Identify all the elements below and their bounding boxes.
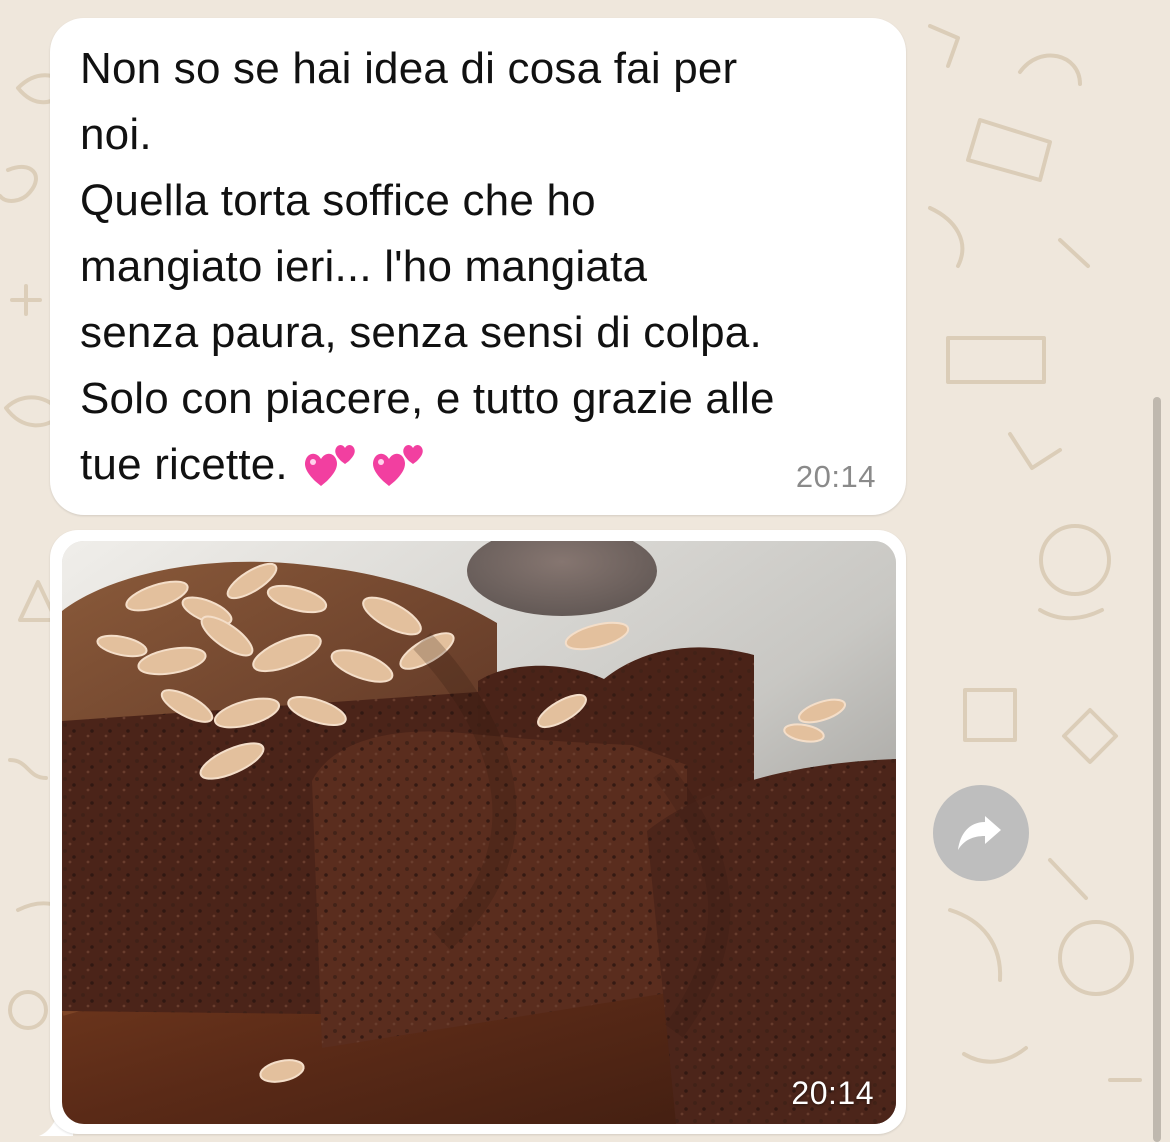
message-time: 20:14 — [795, 459, 876, 494]
incoming-image-message[interactable]: 20:14 — [50, 530, 906, 1134]
two-hearts-icon — [304, 445, 355, 486]
forward-button[interactable] — [933, 785, 1029, 881]
photo-illustration — [62, 541, 896, 1124]
incoming-text-message[interactable]: Non so se hai idea di cosa fai per noi. … — [50, 18, 906, 515]
two-hearts-icon — [372, 445, 423, 486]
message-text: Non so se hai idea di cosa fai per noi. … — [80, 36, 890, 498]
forward-arrow-icon — [958, 816, 1001, 850]
chocolate-cake-photo[interactable]: 20:14 — [62, 541, 896, 1124]
chat-scrollbar[interactable] — [1153, 397, 1161, 1142]
message-text-content: Non so se hai idea di cosa fai per noi. … — [80, 44, 775, 489]
heart-emojis — [302, 435, 430, 487]
image-message-time: 20:14 — [791, 1075, 874, 1111]
